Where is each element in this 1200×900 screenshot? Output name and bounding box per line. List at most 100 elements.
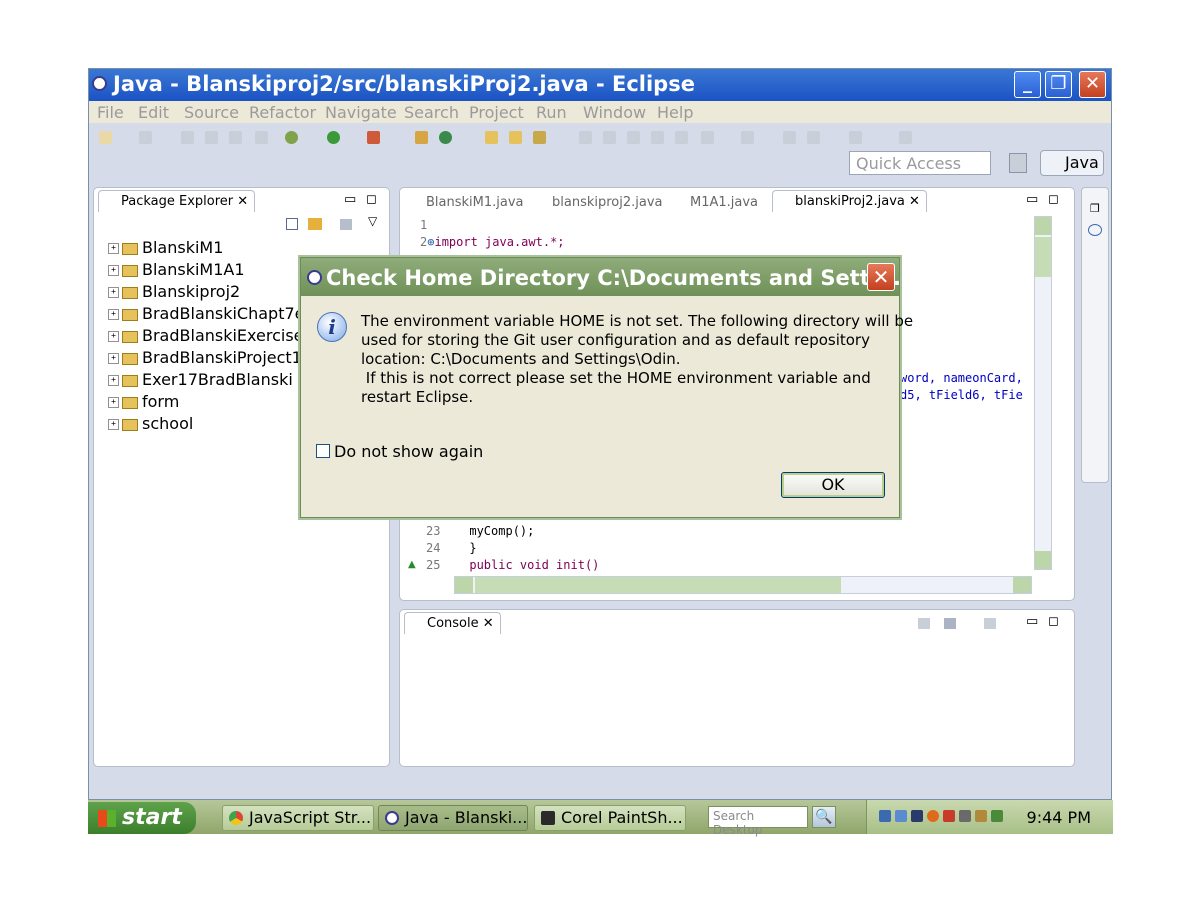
expand-icon[interactable]: + xyxy=(108,419,119,430)
skip-breakpoints-icon[interactable] xyxy=(255,131,268,144)
minimize-editor-icon[interactable]: ▭ xyxy=(1026,192,1038,207)
tab-editor-file[interactable]: blanskiproj2.java xyxy=(534,192,663,217)
tab-editor-file[interactable]: BlanskiM1.java xyxy=(408,192,524,217)
external-tools-icon[interactable] xyxy=(367,131,380,144)
search-tray-icon[interactable] xyxy=(895,810,907,822)
scroll-up-arrow-icon[interactable] xyxy=(1035,217,1051,235)
media-icon[interactable] xyxy=(927,810,939,822)
menu-edit[interactable]: Edit xyxy=(138,103,169,122)
code-line[interactable]: 2⊕import java.awt.*; xyxy=(420,235,565,249)
taskbar-item-paintshop[interactable]: Corel PaintSh... xyxy=(534,805,686,831)
code-line[interactable]: 24 } xyxy=(426,541,477,555)
tree-item-project[interactable]: + BradBlanskiChapt7exe xyxy=(108,304,323,324)
close-button[interactable]: ✕ xyxy=(1079,71,1106,98)
debug-icon[interactable] xyxy=(285,131,298,144)
pin-console-icon[interactable] xyxy=(918,618,930,629)
code-line[interactable]: 25 public void init() xyxy=(426,558,599,572)
code-line[interactable]: 1 xyxy=(420,218,427,232)
last-edit-icon[interactable] xyxy=(701,131,714,144)
maximize-editor-icon[interactable]: ◻ xyxy=(1048,192,1059,207)
save-icon[interactable] xyxy=(181,131,194,144)
updates-icon[interactable] xyxy=(991,810,1003,822)
scroll-right-arrow-icon[interactable] xyxy=(1013,577,1031,593)
scroll-thumb[interactable] xyxy=(1035,237,1051,277)
save-all-icon[interactable] xyxy=(205,131,218,144)
new-icon[interactable] xyxy=(99,131,112,144)
horizontal-scrollbar[interactable] xyxy=(454,576,1032,594)
menu-window[interactable]: Window xyxy=(583,103,646,122)
show-whitespace-icon[interactable] xyxy=(675,131,688,144)
annotation-icon[interactable] xyxy=(603,131,616,144)
dialog-close-button[interactable]: ✕ xyxy=(867,263,895,291)
maximize-view-icon[interactable]: ◻ xyxy=(366,192,377,207)
open-type-icon[interactable] xyxy=(485,131,498,144)
tab-editor-active[interactable]: blanskiProj2.java ✕ xyxy=(772,190,927,212)
checkbox-box[interactable] xyxy=(316,444,330,458)
task-list-icon[interactable] xyxy=(1088,224,1102,236)
menu-run[interactable]: Run xyxy=(536,103,567,122)
search-icon[interactable] xyxy=(533,131,546,144)
network-icon[interactable] xyxy=(879,810,891,822)
taskbar-item-chrome[interactable]: JavaScript Str... xyxy=(222,805,374,831)
security-icon[interactable] xyxy=(975,810,987,822)
back-dropdown-icon[interactable] xyxy=(807,131,820,144)
menu-refactor[interactable]: Refactor xyxy=(249,103,316,122)
do-not-show-again-checkbox[interactable]: Do not show again xyxy=(316,442,483,461)
ok-button[interactable]: OK xyxy=(781,472,885,498)
tree-item-project[interactable]: + school xyxy=(108,414,193,434)
window-titlebar[interactable]: Java - Blanskiproj2/src/blanskiProj2.jav… xyxy=(89,69,1111,101)
block-selection-icon[interactable] xyxy=(651,131,664,144)
forward-history-icon[interactable] xyxy=(741,131,754,144)
menu-help[interactable]: Help xyxy=(657,103,693,122)
print-icon[interactable] xyxy=(229,131,242,144)
expand-icon[interactable]: + xyxy=(108,353,119,364)
search-go-button[interactable]: 🔍 xyxy=(812,806,836,828)
quick-access-input[interactable]: Quick Access xyxy=(849,151,991,175)
back-icon[interactable] xyxy=(783,131,796,144)
dialog-titlebar[interactable]: Check Home Directory C:\Documents and Se… xyxy=(301,258,901,296)
expand-icon[interactable]: + xyxy=(108,309,119,320)
vertical-scrollbar[interactable] xyxy=(1034,216,1052,570)
volume-icon[interactable] xyxy=(943,810,955,822)
tab-package-explorer[interactable]: Package Explorer ✕ xyxy=(98,190,256,212)
start-button[interactable]: start xyxy=(88,802,196,834)
minimize-button[interactable]: _ xyxy=(1014,71,1041,98)
disk-icon[interactable] xyxy=(911,810,923,822)
safely-remove-icon[interactable] xyxy=(959,810,971,822)
expand-icon[interactable]: + xyxy=(108,331,119,342)
run-icon[interactable] xyxy=(327,131,340,144)
new-class-icon[interactable] xyxy=(439,131,452,144)
open-folder-icon[interactable] xyxy=(509,131,522,144)
restore-button[interactable]: ❐ xyxy=(1045,71,1072,98)
focus-task-icon[interactable] xyxy=(340,219,352,230)
pin-editor-icon[interactable] xyxy=(899,131,912,144)
toggle-mark-icon[interactable] xyxy=(579,131,592,144)
menu-source[interactable]: Source xyxy=(184,103,239,122)
collapse-all-icon[interactable] xyxy=(286,218,298,230)
new-java-project-icon[interactable] xyxy=(415,131,428,144)
new-package-icon[interactable] xyxy=(139,131,152,144)
tree-item-project[interactable]: + BlanskiM1A1 xyxy=(108,260,245,280)
scroll-down-arrow-icon[interactable] xyxy=(1035,551,1051,569)
search-desktop-input[interactable]: Search Desktop xyxy=(708,806,808,837)
tree-item-project[interactable]: + Exer17BradBlanski xyxy=(108,370,293,390)
code-line[interactable]: 23 myComp(); xyxy=(426,524,534,538)
tree-item-project[interactable]: + form xyxy=(108,392,179,412)
restore-view-icon[interactable]: ❐ xyxy=(1090,202,1100,215)
view-menu-icon[interactable]: ▽ xyxy=(368,214,377,228)
expand-icon[interactable]: + xyxy=(108,287,119,298)
tree-item-project[interactable]: + BradBlanskiProject1 xyxy=(108,348,302,368)
expand-icon[interactable]: + xyxy=(108,397,119,408)
tree-item-project[interactable]: + BradBlanskiExercise39 xyxy=(108,326,324,346)
expand-icon[interactable]: + xyxy=(108,375,119,386)
scroll-thumb[interactable] xyxy=(475,577,841,593)
maximize-console-icon[interactable]: ◻ xyxy=(1048,614,1059,629)
forward-icon[interactable] xyxy=(849,131,862,144)
java-perspective-button[interactable]: Java xyxy=(1040,150,1104,176)
minimize-console-icon[interactable]: ▭ xyxy=(1026,614,1038,629)
menu-search[interactable]: Search xyxy=(404,103,459,122)
tree-item-project[interactable]: + Blanskiproj2 xyxy=(108,282,240,302)
menu-project[interactable]: Project xyxy=(469,103,524,122)
menu-navigate[interactable]: Navigate xyxy=(325,103,397,122)
tab-console[interactable]: Console ✕ xyxy=(404,612,501,634)
